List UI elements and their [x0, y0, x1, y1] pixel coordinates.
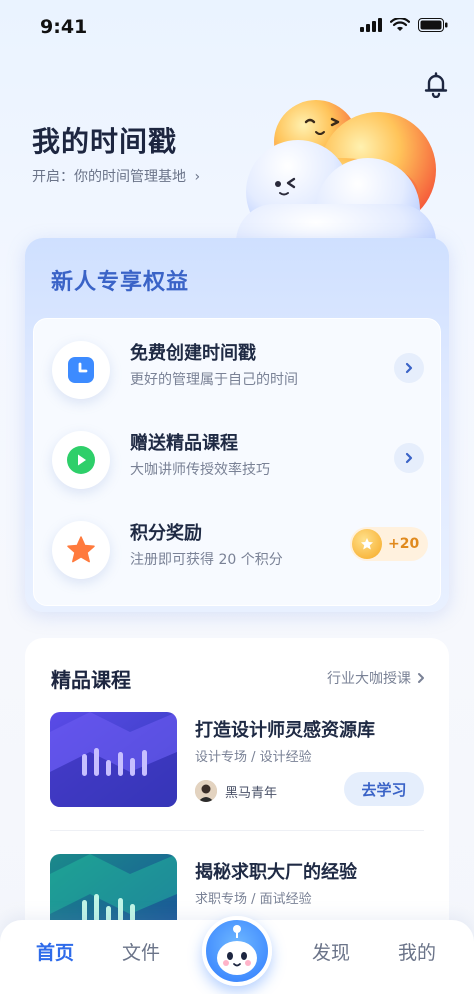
signal-icon [360, 18, 382, 32]
new-user-benefits-card: 新人专享权益 免费创建时间戳 更好的管理属于自己的时间 赠送精品课程 大咖讲师传… [25, 238, 449, 612]
points-badge: +20 [350, 527, 428, 561]
benefit-desc: 大咖讲师传授效率技巧 [130, 462, 270, 478]
course-tags: 求职专场 / 面试经验 [195, 892, 312, 907]
courses-more-label: 行业大咖授课 [327, 671, 411, 687]
benefits-title: 新人专享权益 [51, 270, 190, 295]
benefit-icon-wrap [52, 341, 110, 399]
chevron-right-icon[interactable] [394, 443, 424, 473]
tab-files[interactable]: 文件 [122, 938, 160, 965]
benefit-item-course[interactable]: 赠送精品课程 大咖讲师传授效率技巧 [34, 423, 442, 513]
points-value: +20 [388, 536, 420, 552]
benefit-desc: 更好的管理属于自己的时间 [130, 372, 298, 388]
divider [50, 830, 424, 831]
chevron-right-icon[interactable] [394, 353, 424, 383]
chevron-right-icon [418, 673, 424, 683]
coin-icon [352, 529, 382, 559]
courses-title: 精品课程 [51, 668, 131, 692]
benefit-item-points[interactable]: 积分奖励 注册即可获得 20 个积分 +20 [34, 513, 442, 603]
course-title: 打造设计师灵感资源库 [195, 720, 375, 741]
wifi-icon [390, 18, 410, 31]
benefit-desc: 注册即可获得 20 个积分 [130, 552, 283, 568]
tab-mine[interactable]: 我的 [398, 938, 436, 965]
avatar [195, 780, 217, 802]
status-bar: 9:41 [0, 0, 474, 56]
battery-icon [418, 18, 448, 32]
tab-home[interactable]: 首页 [36, 938, 74, 965]
course-thumbnail [50, 712, 177, 807]
play-icon [67, 446, 95, 474]
courses-more-link[interactable]: 行业大咖授课 [327, 668, 425, 688]
benefits-list: 免费创建时间戳 更好的管理属于自己的时间 赠送精品课程 大咖讲师传授效率技巧 积… [33, 318, 441, 606]
subtitle-text: 开启：你的时间管理基地 [32, 169, 186, 185]
status-icons [360, 18, 448, 32]
star-icon [67, 536, 95, 563]
tab-discover[interactable]: 发现 [312, 938, 350, 965]
status-time: 9:41 [40, 16, 88, 38]
course-item[interactable]: 打造设计师灵感资源库 设计专场 / 设计经验 黑马青年 去学习 [50, 712, 424, 812]
robot-mascot-icon [217, 925, 257, 975]
benefit-icon-wrap [52, 521, 110, 579]
author-name: 黑马青年 [225, 785, 278, 801]
page-subtitle[interactable]: 开启：你的时间管理基地 › [32, 166, 200, 186]
start-learning-button[interactable]: 去学习 [344, 772, 424, 806]
benefit-item-create[interactable]: 免费创建时间戳 更好的管理属于自己的时间 [34, 333, 442, 423]
course-author: 黑马青年 [195, 780, 277, 802]
chevron-right-icon: › [194, 169, 201, 185]
featured-courses-card: 精品课程 行业大咖授课 打造设计师灵感资源库 设计专场 / 设计经验 黑马青年 … [25, 638, 449, 958]
benefit-title: 积分奖励 [130, 523, 202, 544]
course-tags: 设计专场 / 设计经验 [195, 750, 312, 765]
clock-icon [68, 357, 94, 383]
benefit-title: 免费创建时间戳 [130, 343, 256, 364]
benefit-icon-wrap [52, 431, 110, 489]
center-mascot-button[interactable] [202, 916, 272, 986]
benefit-title: 赠送精品课程 [130, 433, 238, 454]
course-title: 揭秘求职大厂的经验 [195, 862, 357, 883]
page-title: 我的时间戳 [32, 125, 178, 158]
